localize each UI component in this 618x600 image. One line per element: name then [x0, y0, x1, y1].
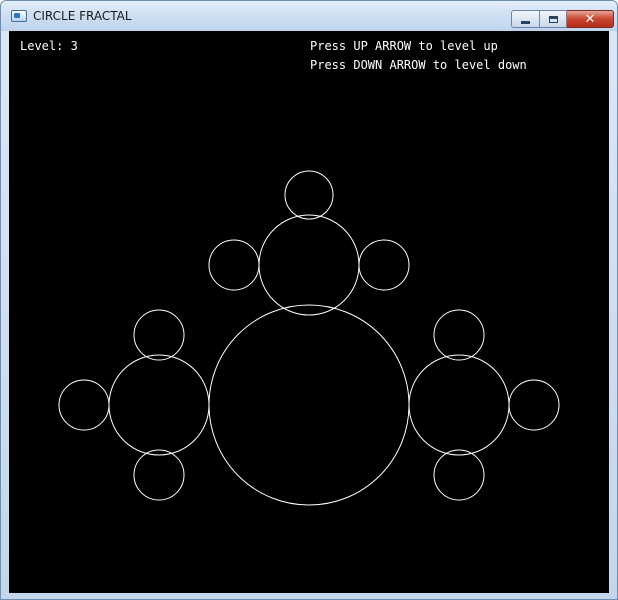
title-bar[interactable]: CIRCLE FRACTAL ✕: [1, 1, 617, 31]
close-icon: ✕: [584, 11, 596, 27]
close-button[interactable]: ✕: [567, 10, 614, 28]
circle-top-right: [358, 239, 410, 291]
circle-top: [258, 214, 360, 316]
circle-right-right: [508, 379, 560, 431]
maximize-button[interactable]: [540, 10, 567, 28]
circle-top-left: [208, 239, 260, 291]
circle-left-bottom: [133, 449, 185, 501]
circle-left-left: [58, 379, 110, 431]
app-window-icon[interactable]: [11, 10, 27, 22]
circle-right: [408, 354, 510, 456]
minimize-icon: [521, 20, 530, 24]
app-window: CIRCLE FRACTAL ✕ Level: 3 Press UP ARROW…: [0, 0, 618, 600]
circle-right-top: [433, 309, 485, 361]
circle-right-bottom: [433, 449, 485, 501]
fractal-canvas[interactable]: Level: 3 Press UP ARROW to level up Pres…: [9, 31, 609, 593]
maximize-icon: [548, 15, 558, 23]
window-title: CIRCLE FRACTAL: [33, 9, 132, 23]
circle-root: [208, 304, 410, 506]
fractal-circles: [58, 170, 560, 506]
circle-left: [108, 354, 210, 456]
circle-top-top: [284, 170, 334, 220]
circle-fractal-drawing: [58, 170, 560, 506]
circle-left-top: [133, 309, 185, 361]
minimize-button[interactable]: [511, 10, 540, 28]
caption-buttons: ✕: [511, 10, 614, 28]
